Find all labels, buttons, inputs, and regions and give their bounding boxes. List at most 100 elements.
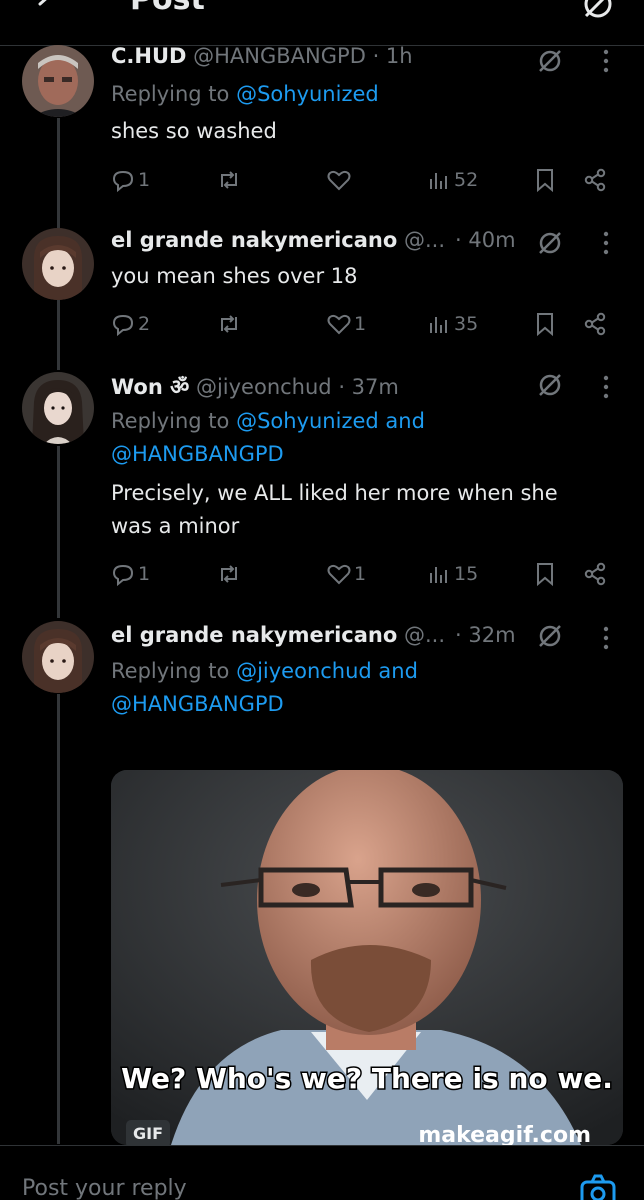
- reply-count: 1: [138, 563, 151, 585]
- display-name[interactable]: el grande nakymericano: [111, 228, 397, 252]
- timestamp[interactable]: · 37m: [338, 375, 399, 399]
- replying-to: Replying to @Sohyunized: [111, 78, 591, 111]
- display-name[interactable]: el grande nakymericano: [111, 623, 397, 647]
- grok-icon[interactable]: [535, 228, 565, 258]
- reply-input[interactable]: Post your reply: [22, 1176, 187, 1200]
- repost-button[interactable]: [216, 307, 244, 341]
- bookmark-button[interactable]: [532, 557, 558, 591]
- page-title: Post: [130, 0, 205, 17]
- replying-label: Replying to: [111, 659, 237, 683]
- reply-count: 1: [138, 169, 151, 191]
- avatar[interactable]: [22, 45, 94, 117]
- mention-link[interactable]: @HANGBANGPD: [111, 442, 284, 466]
- view-count: 15: [454, 563, 479, 585]
- bookmark-icon: [537, 563, 553, 587]
- grok-icon[interactable]: [535, 46, 565, 76]
- timestamp[interactable]: · 1h: [373, 44, 413, 68]
- share-button[interactable]: [582, 307, 608, 341]
- bookmark-button[interactable]: [532, 307, 558, 341]
- tweet-header: el grande nakymericano @...: [111, 623, 445, 647]
- bookmark-button[interactable]: [532, 163, 558, 197]
- bookmark-icon: [537, 169, 553, 193]
- mention-link[interactable]: @Sohyunized: [236, 82, 379, 106]
- share-button[interactable]: [582, 557, 608, 591]
- views-icon: [430, 567, 447, 583]
- repost-icon: [221, 171, 237, 189]
- gif-watermark: makeagif.com: [418, 1123, 591, 1145]
- replying-and: and: [378, 409, 425, 433]
- grok-icon[interactable]: [580, 0, 616, 22]
- reply-icon: [112, 314, 134, 337]
- share-icon: [584, 312, 606, 336]
- repost-icon: [221, 315, 237, 333]
- view-count: 35: [454, 313, 479, 335]
- replying-to: Replying to @jiyeonchud and @HANGBANGPD: [111, 655, 591, 721]
- tweet-text: shes so washed: [111, 119, 277, 143]
- reply-composer[interactable]: Post your reply: [0, 1145, 644, 1200]
- view-count: 52: [454, 169, 479, 191]
- like-button[interactable]: 1: [326, 307, 366, 341]
- more-options-icon[interactable]: [601, 230, 611, 256]
- display-name[interactable]: C.HUD: [111, 44, 186, 68]
- top-bar: Post: [0, 0, 644, 46]
- camera-icon[interactable]: [578, 1172, 618, 1200]
- replying-label: Replying to: [111, 82, 237, 106]
- user-handle[interactable]: @...: [404, 623, 445, 647]
- thread-line: [57, 446, 60, 618]
- display-name[interactable]: Won ॐ: [111, 375, 189, 399]
- views-button[interactable]: 35: [426, 307, 478, 341]
- replying-label: Replying to: [111, 409, 237, 433]
- tweet-header: C.HUD @HANGBANGPD · 1h: [111, 44, 413, 68]
- replying-to: Replying to @Sohyunized and @HANGBANGPD: [111, 405, 591, 471]
- repost-icon: [221, 565, 237, 583]
- like-count: 1: [354, 563, 367, 585]
- heart-icon: [327, 564, 351, 585]
- like-count: 1: [354, 313, 367, 335]
- timestamp[interactable]: · 32m: [455, 623, 516, 647]
- reply-button[interactable]: 1: [110, 163, 150, 197]
- repost-button[interactable]: [216, 163, 244, 197]
- views-button[interactable]: 52: [426, 163, 478, 197]
- tweet-actions: 1 52: [0, 163, 644, 197]
- mention-link[interactable]: @jiyeonchud: [236, 659, 372, 683]
- gif-media[interactable]: We? Who's we? There is no we. makeagif.c…: [111, 770, 623, 1145]
- reply-button[interactable]: 2: [110, 307, 150, 341]
- tweet-header: el grande nakymericano @...: [111, 228, 445, 252]
- reply-count: 2: [138, 313, 151, 335]
- avatar[interactable]: [22, 621, 94, 693]
- reply-button[interactable]: 1: [110, 557, 150, 591]
- more-options-icon[interactable]: [601, 374, 611, 400]
- grok-icon[interactable]: [535, 370, 565, 400]
- views-button[interactable]: 15: [426, 557, 478, 591]
- avatar[interactable]: [22, 228, 94, 300]
- tweet-header: Won ॐ @jiyeonchud · 37m: [111, 373, 399, 401]
- grok-icon[interactable]: [535, 621, 565, 651]
- repost-button[interactable]: [216, 557, 244, 591]
- more-options-icon[interactable]: [601, 48, 611, 74]
- avatar[interactable]: [22, 372, 94, 444]
- gif-badge: GIF: [126, 1120, 170, 1148]
- share-icon: [584, 562, 606, 586]
- views-icon: [430, 173, 447, 189]
- views-icon: [430, 317, 447, 333]
- heart-icon: [327, 314, 351, 335]
- mention-link[interactable]: @HANGBANGPD: [111, 692, 284, 716]
- user-handle[interactable]: @...: [404, 228, 445, 252]
- back-arrow-icon[interactable]: [28, 0, 68, 22]
- share-button[interactable]: [582, 163, 608, 197]
- timestamp[interactable]: · 40m: [455, 228, 516, 252]
- reply-icon: [112, 170, 134, 193]
- thread-line: [57, 694, 60, 1144]
- mention-link[interactable]: @Sohyunized: [236, 409, 379, 433]
- bookmark-icon: [537, 313, 553, 337]
- tweet-text: Precisely, we ALL liked her more when sh…: [111, 481, 558, 538]
- share-icon: [584, 168, 606, 192]
- replying-and: and: [371, 659, 418, 683]
- tweet-actions: 2 1 35: [0, 307, 644, 341]
- user-handle[interactable]: @HANGBANGPD: [193, 44, 366, 68]
- user-handle[interactable]: @jiyeonchud: [196, 375, 332, 399]
- more-options-icon[interactable]: [601, 625, 611, 651]
- tweet-text: you mean shes over 18: [111, 264, 358, 288]
- like-button[interactable]: 1: [326, 557, 366, 591]
- like-button[interactable]: [326, 163, 354, 197]
